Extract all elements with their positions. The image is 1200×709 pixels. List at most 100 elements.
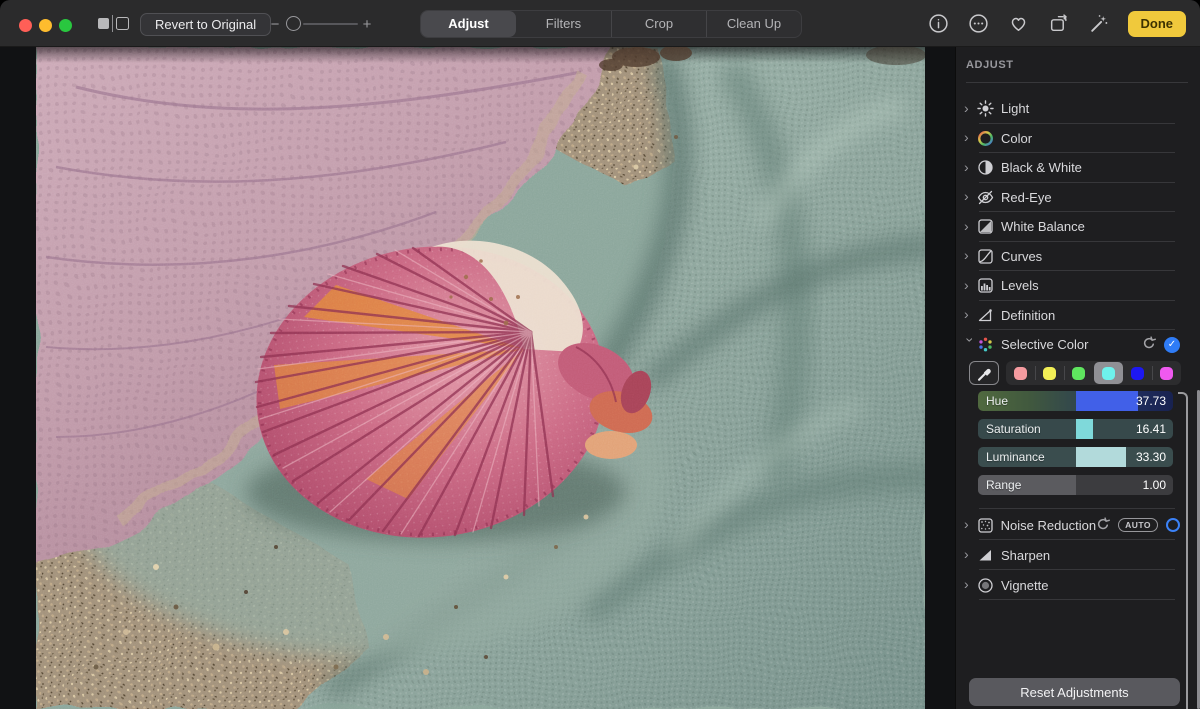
slider-label: Saturation — [986, 419, 1041, 439]
chevron-down-icon[interactable]: › — [964, 337, 978, 350]
tool-row-white-balance[interactable]: › White Balance — [956, 212, 1200, 242]
tool-row-sharpen[interactable]: › Sharpen — [956, 540, 1200, 570]
tab-filters[interactable]: Filters — [516, 11, 611, 37]
tool-row-noise-reduction[interactable]: › Noise Reduction AUTO — [956, 510, 1200, 540]
range-slider[interactable]: Range 1.00 — [978, 475, 1173, 495]
scrollbar-thumb[interactable] — [1197, 390, 1200, 709]
white-balance-icon — [977, 218, 1001, 235]
minimize-button[interactable] — [39, 19, 52, 32]
eyedropper-button[interactable] — [969, 361, 999, 385]
tool-label: Levels — [1001, 278, 1039, 293]
tool-label: Black & White — [1001, 160, 1082, 175]
done-button[interactable]: Done — [1128, 11, 1187, 37]
outline-square-icon — [116, 17, 129, 30]
chevron-right-icon[interactable]: › — [964, 101, 977, 115]
auto-enhance-icon[interactable] — [1088, 13, 1110, 35]
red-eye-icon — [977, 189, 1001, 206]
slider-fill — [1076, 419, 1094, 439]
swatch-red[interactable] — [1006, 361, 1035, 385]
tool-row-light[interactable]: › Light — [956, 94, 1200, 124]
favorite-icon[interactable] — [1008, 13, 1030, 35]
selective-color-swatches — [956, 360, 1200, 387]
tool-row-color[interactable]: › Color — [956, 124, 1200, 154]
reset-adjustments-button[interactable]: Reset Adjustments — [969, 678, 1180, 706]
more-icon[interactable] — [968, 13, 990, 35]
chevron-right-icon[interactable]: › — [964, 248, 977, 262]
reset-tool-icon[interactable] — [1142, 336, 1156, 353]
zoom-in-button[interactable]: + — [360, 16, 374, 33]
tool-row-levels[interactable]: › Levels — [956, 271, 1200, 301]
chevron-right-icon[interactable]: › — [964, 517, 977, 531]
sidebar-header: ADJUST — [966, 59, 1014, 71]
chevron-right-icon[interactable]: › — [964, 189, 977, 203]
hue-slider[interactable]: Hue 37.73 — [978, 391, 1173, 411]
swatch-magenta[interactable] — [1152, 361, 1181, 385]
tool-row-red-eye[interactable]: › Red-Eye — [956, 183, 1200, 213]
tab-clean-up[interactable]: Clean Up — [706, 11, 801, 37]
swatch-blue[interactable] — [1123, 361, 1152, 385]
tool-list: › Light › Color › Black & White — [956, 94, 1200, 330]
tool-label: Red-Eye — [1001, 190, 1052, 205]
swatch-cyan-selected[interactable] — [1094, 362, 1123, 384]
slider-label: Range — [986, 475, 1021, 495]
slider-group-bracket — [1178, 392, 1188, 709]
tool-row-definition[interactable]: › Definition — [956, 301, 1200, 331]
tab-crop[interactable]: Crop — [611, 11, 706, 37]
revert-button[interactable]: Revert to Original — [140, 13, 271, 36]
color-swatch — [1014, 367, 1027, 380]
chevron-right-icon[interactable]: › — [964, 130, 977, 144]
photos-window: Revert to Original − + Adjust Filters Cr… — [0, 0, 1200, 709]
rotate-icon[interactable] — [1048, 13, 1070, 35]
chevron-right-icon[interactable]: › — [964, 160, 977, 174]
tool-row-vignette[interactable]: › Vignette — [956, 570, 1200, 600]
auto-badge[interactable]: AUTO — [1118, 518, 1158, 532]
zoom-slider[interactable] — [284, 13, 358, 35]
toolbar-right: Done — [928, 0, 1187, 47]
tool-row-curves[interactable]: › Curves — [956, 242, 1200, 272]
close-button[interactable] — [19, 19, 32, 32]
definition-icon — [977, 307, 1001, 324]
divider — [966, 82, 1188, 83]
sharpen-icon — [977, 547, 1001, 564]
filled-square-icon — [98, 18, 109, 29]
tool-label: Sharpen — [1001, 548, 1050, 563]
swatch-segmented-control — [1006, 361, 1181, 385]
chevron-right-icon[interactable]: › — [964, 307, 977, 321]
reset-tool-icon[interactable] — [1096, 517, 1110, 534]
luminance-slider[interactable]: Luminance 33.30 — [978, 447, 1173, 467]
swatch-yellow[interactable] — [1035, 361, 1064, 385]
slider-value: 16.41 — [1136, 419, 1166, 439]
chevron-right-icon[interactable]: › — [964, 577, 977, 591]
zoom-out-button[interactable]: − — [268, 16, 282, 33]
tab-adjust[interactable]: Adjust — [421, 11, 516, 37]
saturation-slider[interactable]: Saturation 16.41 — [978, 419, 1173, 439]
slider-label: Hue — [986, 391, 1008, 411]
tool-label: Definition — [1001, 308, 1055, 323]
info-icon[interactable] — [928, 13, 950, 35]
chevron-right-icon[interactable]: › — [964, 219, 977, 233]
noise-reduction-icon — [977, 517, 1001, 534]
divider — [112, 15, 113, 32]
tool-label: White Balance — [1001, 219, 1085, 234]
zoom-control: − + — [268, 13, 374, 35]
swatch-green[interactable] — [1064, 361, 1093, 385]
selective-color-icon — [977, 336, 1001, 353]
tool-row-black-white[interactable]: › Black & White — [956, 153, 1200, 183]
divider — [979, 508, 1175, 509]
tool-row-selective-color[interactable]: › Selective Color ✓ — [956, 330, 1200, 359]
levels-icon — [977, 277, 1001, 294]
fullscreen-button[interactable] — [59, 19, 72, 32]
slider-fill — [1076, 391, 1138, 411]
zoom-slider-thumb[interactable] — [286, 16, 301, 31]
chevron-right-icon[interactable]: › — [964, 278, 977, 292]
tool-label: Selective Color — [1001, 337, 1088, 352]
color-swatch — [1131, 367, 1144, 380]
zoom-slider-track — [303, 23, 358, 25]
color-icon — [977, 130, 1001, 147]
sidebar-layout-icon[interactable] — [98, 15, 132, 32]
chevron-right-icon[interactable]: › — [964, 547, 977, 561]
color-swatch — [1072, 367, 1085, 380]
slider-value: 37.73 — [1136, 391, 1166, 411]
selective-color-sliders: Hue 37.73 Saturation 16.41 Luminance 33.… — [978, 391, 1173, 503]
enabled-check-icon[interactable]: ✓ — [1164, 337, 1180, 353]
